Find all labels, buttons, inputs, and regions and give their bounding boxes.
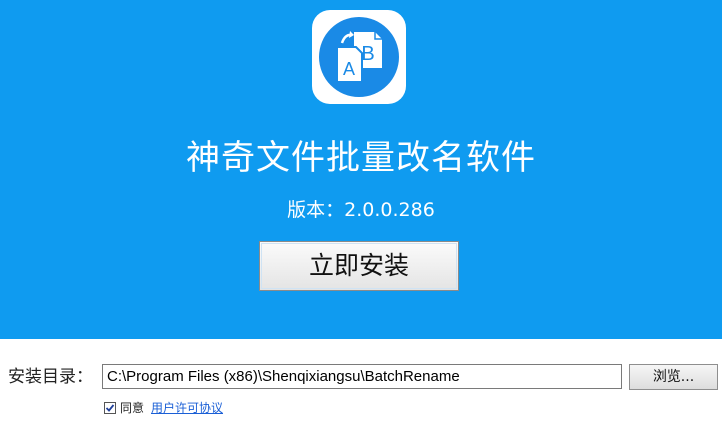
svg-text:A: A bbox=[343, 59, 355, 79]
install-dir-input[interactable]: C:\Program Files (x86)\Shenqixiangsu\Bat… bbox=[102, 364, 622, 389]
install-dir-label: 安装目录： bbox=[8, 367, 93, 387]
install-now-button[interactable]: 立即安装 bbox=[259, 241, 459, 291]
license-agreement-link[interactable]: 用户许可协议 bbox=[151, 400, 223, 417]
agree-checkbox[interactable] bbox=[104, 402, 116, 414]
svg-text:B: B bbox=[361, 43, 374, 65]
hero-banner: B A 神奇文件批量改名软件 版本：2.0.0.286 立即安装 bbox=[0, 0, 722, 339]
agree-label: 同意 bbox=[120, 401, 145, 415]
version-text: 版本：2.0.0.286 bbox=[287, 199, 435, 221]
app-title: 神奇文件批量改名软件 bbox=[186, 138, 536, 178]
checkmark-icon bbox=[105, 404, 115, 412]
document-a-b-icon: B A bbox=[312, 10, 406, 104]
browse-button[interactable]: 浏览... bbox=[629, 364, 718, 390]
